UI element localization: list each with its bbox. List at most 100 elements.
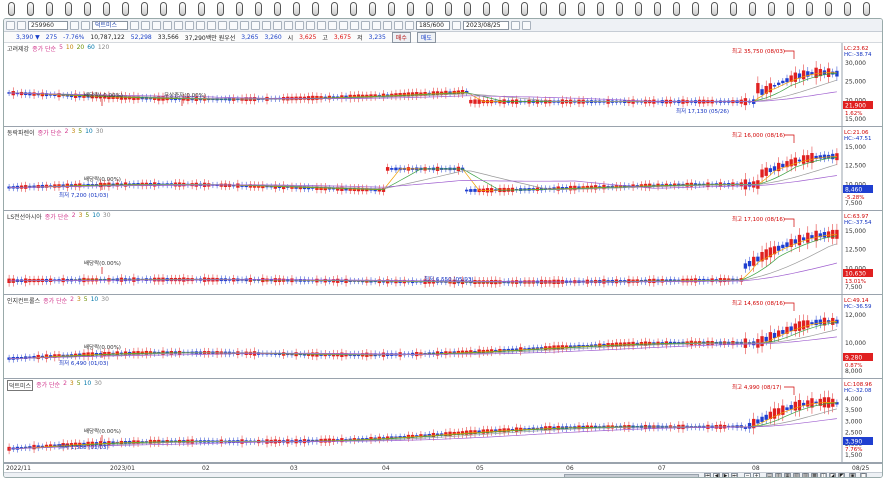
- candle: [394, 167, 398, 171]
- binder-ring: [27, 2, 34, 16]
- candlestick-chart[interactable]: 15,00012,50010,0007,500LC:21.06HC:-47.51…: [4, 127, 882, 211]
- view-icon-7[interactable]: ◫: [820, 473, 827, 477]
- low-annotation: 최저 17,130 (05/26): [676, 107, 729, 115]
- price-tick-label: 1,500: [845, 452, 862, 459]
- chart-scrollbar[interactable]: ⏮ ◀ ▶ ⏭ − + ▤ ▥ ▦ ▧ ▨ ▩ ◫ ◪ ◩ ▣ □: [4, 472, 882, 477]
- view-icon-1[interactable]: ▤: [766, 473, 773, 477]
- tool-icon-10[interactable]: [306, 20, 315, 30]
- buy-button[interactable]: 매수: [391, 31, 411, 43]
- pane-stock-name[interactable]: 인지컨트롤스: [7, 296, 40, 305]
- zoom-out-icon[interactable]: −: [744, 473, 751, 477]
- view-icon-2[interactable]: ▥: [775, 473, 782, 477]
- period-count-field[interactable]: 185/600: [416, 20, 450, 30]
- spin-icon[interactable]: [452, 20, 461, 30]
- tool-icon-7[interactable]: [273, 20, 282, 30]
- chart-pane[interactable]: 덕트미스종가 단순23510304,0003,5003,0002,5002,00…: [4, 379, 882, 463]
- view-icon-3[interactable]: ▦: [784, 473, 791, 477]
- tool-icon-9[interactable]: [295, 20, 304, 30]
- stock-name-field[interactable]: 덕트미스: [92, 20, 128, 30]
- tool-icon-2[interactable]: [218, 20, 227, 30]
- tool-icon-13[interactable]: [339, 20, 348, 30]
- ma-period: 10: [83, 380, 92, 387]
- minute-icon[interactable]: [174, 20, 183, 30]
- tool-icon-12[interactable]: [328, 20, 337, 30]
- tool-icon-6[interactable]: [262, 20, 271, 30]
- tool-icon-5[interactable]: [251, 20, 260, 30]
- price-tick-label: 15,000: [845, 228, 866, 235]
- high-arrow: [784, 302, 795, 311]
- price-tick-label: 10,000: [845, 340, 866, 347]
- play-icon[interactable]: ▶: [722, 473, 729, 477]
- indicator-label: 종가 단순: [43, 298, 68, 305]
- candle: [469, 99, 473, 104]
- zoom-in-icon[interactable]: +: [753, 473, 760, 477]
- price-tag: 9,280: [845, 355, 862, 362]
- lookup-icon[interactable]: [70, 20, 79, 30]
- tick-icon[interactable]: [185, 20, 194, 30]
- candlestick-chart[interactable]: 12,00010,0008,000LC:49.14HC:-36.599,2800…: [4, 295, 882, 379]
- period-month-icon[interactable]: [152, 20, 161, 30]
- stock-code-input[interactable]: 259960: [28, 20, 68, 30]
- price-tick-label: 7,500: [845, 284, 862, 291]
- period-year-icon[interactable]: [163, 20, 172, 30]
- tool-icon-15[interactable]: [361, 20, 370, 30]
- tool-icon-16[interactable]: [372, 20, 381, 30]
- tool-icon-11[interactable]: [317, 20, 326, 30]
- view-icon-8[interactable]: ◪: [829, 473, 836, 477]
- pane-stock-name[interactable]: 고려제강: [7, 44, 29, 53]
- settings-icon[interactable]: [196, 20, 205, 30]
- low-annotation: 최저 7,200 (01/03): [59, 191, 109, 199]
- candle: [801, 70, 806, 80]
- tool-icon-1[interactable]: [207, 20, 216, 30]
- last-icon[interactable]: ⏭: [731, 473, 738, 477]
- chart-pane[interactable]: 동락파렌이 종가 단순 2 3 5 10 30 15,000 12,500 10,000 7,500…: [4, 127, 882, 211]
- candlestick-chart[interactable]: 30,00025,00020,00015,000LC:23.62HC:-38.7…: [4, 43, 882, 127]
- scroll-thumb[interactable]: [564, 474, 699, 477]
- event-annotation: 배당락(0.00%): [84, 259, 121, 267]
- candle: [772, 84, 777, 87]
- candlestick-chart[interactable]: 4,0003,5003,0002,5002,0001,500LC:108.96H…: [4, 379, 882, 463]
- chart-pane[interactable]: 인지컨트롤스 종가 단순 2 3 5 10 30 12,000 10,000 8,000 LC:49…: [4, 295, 882, 379]
- prev-stock-icon[interactable]: [81, 20, 90, 30]
- candle: [785, 78, 789, 83]
- percent-tag: 7.76%: [845, 447, 862, 453]
- period-day-icon[interactable]: [130, 20, 139, 30]
- chart-pane[interactable]: 고려제강 종가 단순 5 10 20 60 120 30,000 25,000 20,000 15,…: [4, 43, 882, 127]
- view-icon-11[interactable]: □: [860, 473, 867, 477]
- period-week-icon[interactable]: [141, 20, 150, 30]
- search-icon[interactable]: [17, 20, 26, 30]
- tool-icon-3[interactable]: [229, 20, 238, 30]
- binder-ring: [141, 2, 148, 16]
- binder-ring: [8, 2, 15, 16]
- pane-stock-name[interactable]: 덕트미스: [7, 380, 34, 391]
- view-icon-6[interactable]: ▩: [811, 473, 818, 477]
- low-annotation: 최저 6,550 (05/03): [424, 275, 474, 283]
- tool-icon-18[interactable]: [394, 20, 403, 30]
- ma-period: 30: [94, 380, 102, 387]
- tool-icon-8[interactable]: [284, 20, 293, 30]
- sell-button[interactable]: 매도: [416, 31, 436, 43]
- date-field[interactable]: 2023/08/25: [463, 20, 509, 30]
- chart-window: 259960 덕트미스 185/600 2023/08/25 3,390 ▼ 2…: [3, 18, 883, 478]
- tool-icon-14[interactable]: [350, 20, 359, 30]
- prev-icon[interactable]: ◀: [713, 473, 720, 477]
- view-icon-10[interactable]: ▣: [849, 473, 856, 477]
- refresh-icon[interactable]: [522, 20, 531, 30]
- tool-icon-4[interactable]: [240, 20, 249, 30]
- candle: [793, 401, 797, 411]
- calendar-icon[interactable]: [511, 20, 520, 30]
- view-icon-9[interactable]: ◩: [838, 473, 845, 477]
- moving-average-line: [9, 175, 837, 189]
- tool-icon-19[interactable]: [405, 20, 414, 30]
- pane-stock-name[interactable]: LS전선아시아: [7, 212, 42, 221]
- view-icon-5[interactable]: ▨: [802, 473, 809, 477]
- menu-icon[interactable]: [6, 20, 15, 30]
- view-icon-4[interactable]: ▧: [793, 473, 800, 477]
- candle: [756, 419, 760, 424]
- candlestick-chart[interactable]: 15,00012,50010,0007,500LC:63.97HC:-37.54…: [4, 211, 882, 295]
- chart-pane[interactable]: LS전선아시아 종가 단순 2 3 5 10 30 15,000 12,500 10,000 7,5…: [4, 211, 882, 295]
- binder-ring: [179, 2, 186, 16]
- first-icon[interactable]: ⏮: [704, 473, 711, 477]
- pane-stock-name[interactable]: 동락파렌이: [7, 128, 35, 137]
- tool-icon-17[interactable]: [383, 20, 392, 30]
